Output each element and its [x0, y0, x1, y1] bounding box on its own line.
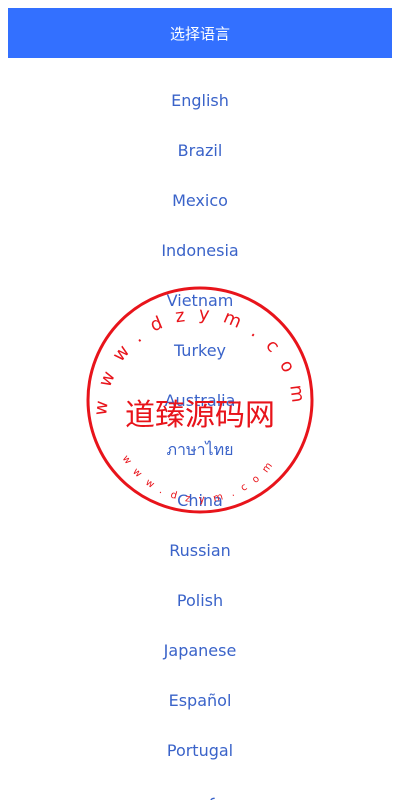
- language-option-english[interactable]: English: [0, 75, 400, 125]
- language-label: Russian: [169, 540, 231, 560]
- language-label: Español: [168, 690, 232, 710]
- language-label: Japanese: [163, 640, 237, 660]
- language-option-turkey[interactable]: Turkey: [0, 325, 400, 375]
- language-label: عربي: [181, 790, 219, 800]
- language-option-portugal[interactable]: Portugal: [0, 725, 400, 775]
- language-option-brazil[interactable]: Brazil: [0, 125, 400, 175]
- header-bar: 选择语言: [8, 8, 392, 58]
- language-option-espanol[interactable]: Español: [0, 675, 400, 725]
- language-option-mexico[interactable]: Mexico: [0, 175, 400, 225]
- language-label: Portugal: [166, 740, 234, 760]
- language-option-vietnam[interactable]: Vietnam: [0, 275, 400, 325]
- language-label: English: [171, 90, 229, 110]
- language-option-japanese[interactable]: Japanese: [0, 625, 400, 675]
- language-label: Polish: [176, 590, 224, 610]
- language-list: English Brazil Mexico Indonesia Vietnam …: [0, 75, 400, 800]
- language-label: ภาษาไทย: [166, 439, 234, 459]
- language-option-polish[interactable]: Polish: [0, 575, 400, 625]
- language-option-russian[interactable]: Russian: [0, 525, 400, 575]
- page-title: 选择语言: [169, 24, 230, 43]
- language-label: Brazil: [177, 140, 223, 160]
- language-option-arabic[interactable]: عربي: [0, 775, 400, 800]
- language-label: China: [177, 490, 223, 510]
- language-label: Indonesia: [161, 240, 239, 260]
- language-option-indonesia[interactable]: Indonesia: [0, 225, 400, 275]
- language-option-thai[interactable]: ภาษาไทย: [0, 425, 400, 475]
- language-label: Mexico: [172, 190, 228, 210]
- language-select-page: 选择语言 English Brazil Mexico Indonesia Vie…: [0, 0, 400, 800]
- language-label: Vietnam: [166, 290, 234, 310]
- language-option-australia[interactable]: Australia: [0, 375, 400, 425]
- language-option-china[interactable]: China: [0, 475, 400, 525]
- language-label: Turkey: [173, 340, 227, 360]
- language-label: Australia: [164, 390, 236, 410]
